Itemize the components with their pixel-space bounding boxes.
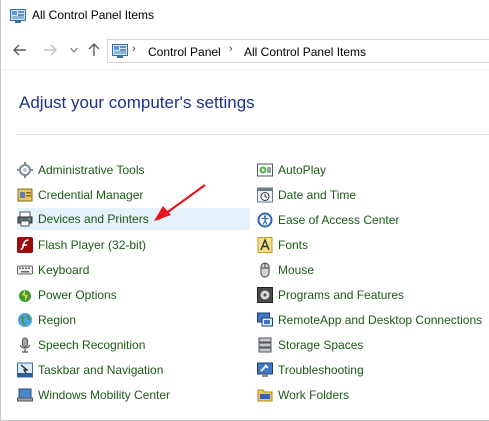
- window-frame: All Control Panel Items › Control Panel …: [0, 0, 489, 421]
- red-arrow-icon: [154, 184, 206, 221]
